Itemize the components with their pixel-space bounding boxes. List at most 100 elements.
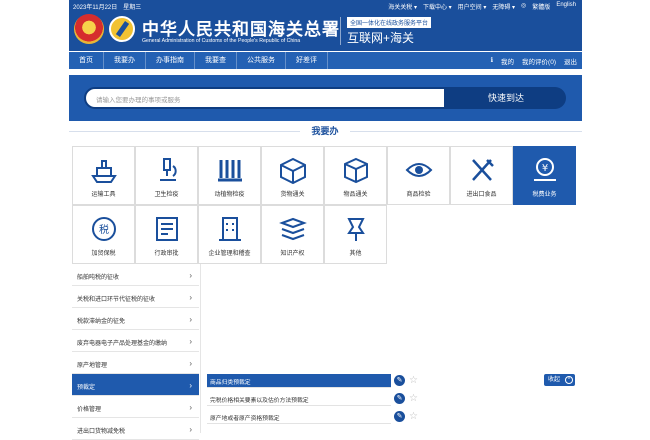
utensils-icon — [471, 159, 494, 181]
tile-plant-animal[interactable]: 动植物检疫 — [198, 146, 261, 205]
building-icon — [218, 217, 241, 241]
nav-my-ratings[interactable]: 我的评价(0) — [522, 56, 556, 66]
collapse-label: 收起 — [548, 377, 561, 383]
nav-home[interactable]: 首页 — [69, 52, 104, 69]
nav-guide[interactable]: 办事指南 — [146, 52, 195, 69]
top-link-traditional[interactable]: 繁體版 — [532, 2, 550, 11]
nav-rating[interactable]: 好差评 — [286, 52, 328, 69]
ship-icon — [90, 160, 117, 183]
list-item-label: 原产地管理 — [77, 363, 108, 369]
tile-intellectual-property[interactable]: 知识产权 — [261, 205, 324, 264]
tile-goods-clearance[interactable]: 货物通关 — [261, 146, 324, 205]
edit-icon[interactable]: ✎ — [394, 411, 405, 422]
nav-public-service[interactable]: 公共服务 — [237, 52, 286, 69]
main-nav: 首页 我要办 办事指南 我要查 公共服务 好差评 ℹ 我的 我的评价(0) 退出 — [69, 52, 582, 69]
tile-label: 加贸保税 — [91, 251, 116, 257]
tile-commodity-inspection[interactable]: 商品检验 — [387, 146, 450, 205]
tile-transport[interactable]: 运输工具 — [72, 146, 135, 205]
service-row[interactable]: 原产地或者原产资格预裁定 — [207, 410, 391, 424]
star-icon[interactable]: ☆ — [409, 411, 418, 422]
star-icon[interactable]: ☆ — [409, 393, 418, 404]
tile-admin-approval[interactable]: 行政审批 — [135, 205, 198, 264]
tile-label: 税费业务 — [532, 192, 557, 198]
top-link-accessibility[interactable]: 无障碍 ▾ — [492, 2, 515, 11]
list-item-label: 预裁定 — [77, 385, 96, 391]
test-tubes-icon — [217, 160, 242, 182]
list-item-label: 进出口货物减免税 — [77, 429, 126, 435]
customs-logo-icon — [109, 16, 135, 42]
tile-label: 进出口食品 — [466, 192, 497, 198]
tile-import-export-food[interactable]: 进出口食品 — [450, 146, 513, 205]
tile-tax-business[interactable]: ¥ 税费业务 — [513, 146, 576, 205]
chevron-right-icon: › — [189, 293, 192, 302]
tile-label: 卫生检疫 — [154, 192, 179, 198]
approval-icon — [155, 217, 178, 241]
top-link-download[interactable]: 下载中心 ▾ — [423, 2, 452, 11]
collapse-button[interactable]: 收起 ^ — [544, 374, 575, 386]
edit-icon[interactable]: ✎ — [394, 375, 405, 386]
tile-other[interactable]: 其他 — [324, 205, 387, 264]
list-item[interactable]: 关税和进口环节代征税的征收 › — [72, 286, 199, 308]
site-title-en: General Administration of Customs of the… — [142, 38, 301, 44]
side-list: 船舶吨税的征收 › 关税和进口环节代征税的征收 › 税款滞纳金的征免 › 废弃电器电子… — [72, 264, 199, 440]
list-item[interactable]: 税款滞纳金的征免 › — [72, 308, 199, 330]
current-date: 2023年11月22日 星期三 — [73, 5, 142, 11]
platform-subtitle: 全国一体化在线政务服务平台 — [347, 17, 432, 28]
list-item-label: 废弃电器电子产品处理基金的缴纳 — [77, 341, 168, 347]
national-emblem-icon — [74, 14, 104, 44]
tile-label: 货物通关 — [280, 192, 305, 198]
list-item[interactable]: 原产地管理 › — [72, 352, 199, 374]
tile-articles-clearance[interactable]: 物品通关 — [324, 146, 387, 205]
edit-icon[interactable]: ✎ — [394, 393, 405, 404]
wechat-icon[interactable]: ◎ — [521, 2, 526, 11]
nav-handle[interactable]: 我要办 — [104, 52, 146, 69]
tile-label: 动植物检疫 — [214, 192, 245, 198]
tile-enterprise-audit[interactable]: 企业管理和稽查 — [198, 205, 261, 264]
tile-label: 物品通关 — [343, 192, 368, 198]
search-banner: 请输入您要办理的事项或服务 快速到达 — [69, 75, 582, 121]
list-item-active[interactable]: 预裁定 › — [72, 374, 199, 396]
tile-label: 知识产权 — [280, 251, 305, 257]
svg-text:¥: ¥ — [541, 163, 547, 174]
nav-query[interactable]: 我要查 — [195, 52, 237, 69]
eye-icon — [405, 163, 432, 177]
site-header: 2023年11月22日 星期三 海关关税 ▾ 下载中心 ▾ 用户空间 ▾ 无障碍… — [69, 0, 582, 51]
chevron-right-icon: › — [189, 271, 192, 280]
tile-label: 其他 — [349, 251, 362, 257]
service-row[interactable]: 商品归类预裁定 — [207, 374, 391, 388]
chevron-up-icon: ^ — [565, 376, 573, 384]
chevron-right-icon: › — [189, 381, 192, 390]
info-icon[interactable]: ℹ — [491, 56, 493, 66]
tile-bonded-processing[interactable]: 税 加贸保税 — [72, 205, 135, 264]
tile-label: 行政审批 — [154, 251, 179, 257]
tile-label: 运输工具 — [91, 192, 116, 198]
books-icon — [278, 217, 307, 241]
service-row[interactable]: 完税价格相关要素以及估价方法预裁定 — [207, 392, 391, 406]
list-item[interactable]: 价格管理 › — [72, 396, 199, 418]
chevron-right-icon: › — [189, 315, 192, 324]
top-link-user-space[interactable]: 用户空间 ▾ — [458, 2, 487, 11]
box-icon — [279, 157, 306, 185]
list-item[interactable]: 废弃电器电子产品处理基金的缴纳 › — [72, 330, 199, 352]
tile-health-quarantine[interactable]: 卫生检疫 — [135, 146, 198, 205]
package-icon — [343, 157, 368, 184]
chevron-right-icon: › — [189, 403, 192, 412]
nav-logout[interactable]: 退出 — [564, 56, 577, 66]
platform-brand: 全国一体化在线政务服务平台 互联网+海关 — [340, 17, 458, 45]
top-link-english[interactable]: English — [556, 2, 576, 11]
list-item-label: 船舶吨税的征收 — [77, 275, 120, 281]
money-hand-icon: ¥ — [533, 158, 556, 181]
list-item[interactable]: 进出口货物减免税 › — [72, 418, 199, 440]
quick-access-button[interactable]: 快速到达 — [446, 87, 566, 109]
top-link-customs-tariff[interactable]: 海关关税 ▾ — [388, 2, 417, 11]
list-item[interactable]: 船舶吨税的征收 › — [72, 264, 199, 286]
microscope-icon — [159, 158, 177, 181]
nav-my[interactable]: 我的 — [501, 56, 514, 66]
star-icon[interactable]: ☆ — [409, 375, 418, 386]
tile-label: 商品检验 — [406, 192, 431, 198]
list-item-label: 税款滞纳金的征免 — [77, 319, 126, 325]
nav-user-area: ℹ 我的 我的评价(0) 退出 — [491, 56, 582, 66]
search-input[interactable]: 请输入您要办理的事项或服务 — [84, 87, 446, 109]
chevron-right-icon: › — [189, 359, 192, 368]
top-links: 海关关税 ▾ 下载中心 ▾ 用户空间 ▾ 无障碍 ▾ ◎ 繁體版 English — [388, 2, 576, 11]
